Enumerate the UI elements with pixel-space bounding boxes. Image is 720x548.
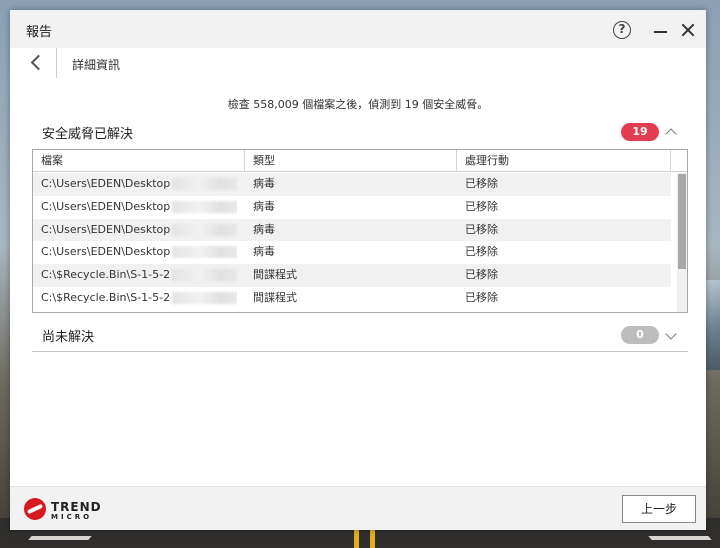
redacted-path	[172, 246, 237, 259]
section-divider	[32, 351, 688, 352]
unresolved-section-title[interactable]: 尚未解決	[42, 326, 94, 345]
column-header-file[interactable]: 檔案	[33, 150, 245, 172]
cell-action: 已移除	[465, 268, 498, 282]
cell-file: C:\Users\EDEN\Desktop...	[41, 219, 237, 242]
chevron-up-icon[interactable]	[665, 128, 677, 140]
table-row[interactable]: C:\Users\EDEN\Desktop... 病毒 已移除	[33, 241, 671, 264]
background-road-edge	[28, 536, 92, 540]
background-lane-line	[370, 528, 375, 548]
cell-action: 已移除	[465, 222, 498, 236]
redacted-path	[172, 291, 237, 304]
cell-type: 病毒	[253, 177, 275, 190]
background-road-edge	[648, 536, 712, 540]
resolved-section-title[interactable]: 安全威脅已解決	[42, 123, 133, 142]
nav-divider	[56, 48, 57, 78]
table-row[interactable]: C:\Users\EDEN\Desktop... 病毒 已移除	[33, 173, 671, 196]
cell-action: 已移除	[465, 245, 498, 259]
table-header: 檔案 類型 處理行動	[33, 150, 687, 172]
cell-type: 間諜程式	[253, 290, 297, 304]
window-title: 報告	[26, 25, 53, 40]
scan-summary: 檢查 558,009 個檔案之後，偵測到 19 個安全威脅。	[227, 98, 489, 111]
cell-type: 病毒	[253, 199, 275, 213]
cell-file: C:\Users\EDEN\Desktop...	[41, 196, 237, 219]
cell-action: 已移除	[465, 290, 498, 304]
resolved-count-badge: 19	[621, 123, 659, 141]
column-header-type[interactable]: 類型	[245, 150, 457, 172]
redacted-path	[172, 178, 237, 190]
table-row[interactable]: C:\$Recycle.Bin\S-1-5-2... 間諜程式 已移除	[33, 264, 671, 287]
cell-file: C:\Users\EDEN\Desktop...	[41, 241, 237, 264]
table-row[interactable]: C:\Users\EDEN\Desktop... 病毒 已移除	[33, 196, 671, 219]
cell-file: C:\Users\EDEN\Desktop...	[41, 173, 237, 196]
title-bar[interactable]: 報告 ?	[10, 10, 706, 48]
redacted-path	[172, 223, 237, 236]
cell-type: 病毒	[253, 222, 275, 236]
redacted-path	[172, 200, 237, 213]
cell-file: C:\$Recycle.Bin\S-1-5-2...	[41, 287, 237, 310]
table-scrollbar[interactable]	[677, 173, 687, 312]
brand-subname: MICRO	[51, 513, 93, 521]
nav-bar: 詳細資訊	[10, 48, 706, 78]
table-row[interactable]: C:\$Recycle.Bin\S-1-5-2... 間諜程式 已移除	[33, 287, 671, 310]
back-arrow-icon[interactable]	[28, 54, 42, 72]
cell-type: 間諜程式	[253, 268, 297, 282]
scrollbar-thumb[interactable]	[678, 174, 686, 269]
table-row[interactable]: C:\Users\EDEN\Desktop... 病毒 已移除	[33, 218, 671, 242]
cell-action: 已移除	[465, 177, 498, 190]
trend-micro-logo-icon	[24, 498, 46, 520]
cell-file: C:\$Recycle.Bin\S-1-5-2...	[41, 264, 237, 287]
brand-name: TREND	[51, 500, 102, 514]
page-title: 詳細資訊	[72, 58, 121, 72]
column-header-spacer	[671, 150, 687, 172]
column-header-action[interactable]: 處理行動	[457, 150, 671, 172]
chevron-down-icon[interactable]	[665, 328, 677, 340]
report-window: 報告 ? 詳細資訊 檢查 558,009 個檔案之後，偵測到 19 個安全威脅。…	[10, 10, 706, 530]
threats-table: 檔案 類型 處理行動 C:\Users\EDEN\Desktop... 病毒 已…	[32, 149, 688, 313]
cell-action: 已移除	[465, 199, 498, 213]
cell-type: 病毒	[253, 245, 275, 259]
unresolved-count-badge: 0	[621, 326, 659, 344]
minimize-icon[interactable]	[654, 31, 667, 33]
table-body: C:\Users\EDEN\Desktop... 病毒 已移除 C:\Users…	[33, 173, 671, 310]
redacted-path	[172, 269, 237, 282]
background-lane-line	[354, 528, 359, 548]
help-icon[interactable]: ?	[613, 21, 631, 39]
back-button[interactable]: 上一步	[622, 495, 696, 523]
footer: TREND MICRO 上一步	[10, 486, 706, 530]
close-icon[interactable]	[681, 23, 695, 37]
